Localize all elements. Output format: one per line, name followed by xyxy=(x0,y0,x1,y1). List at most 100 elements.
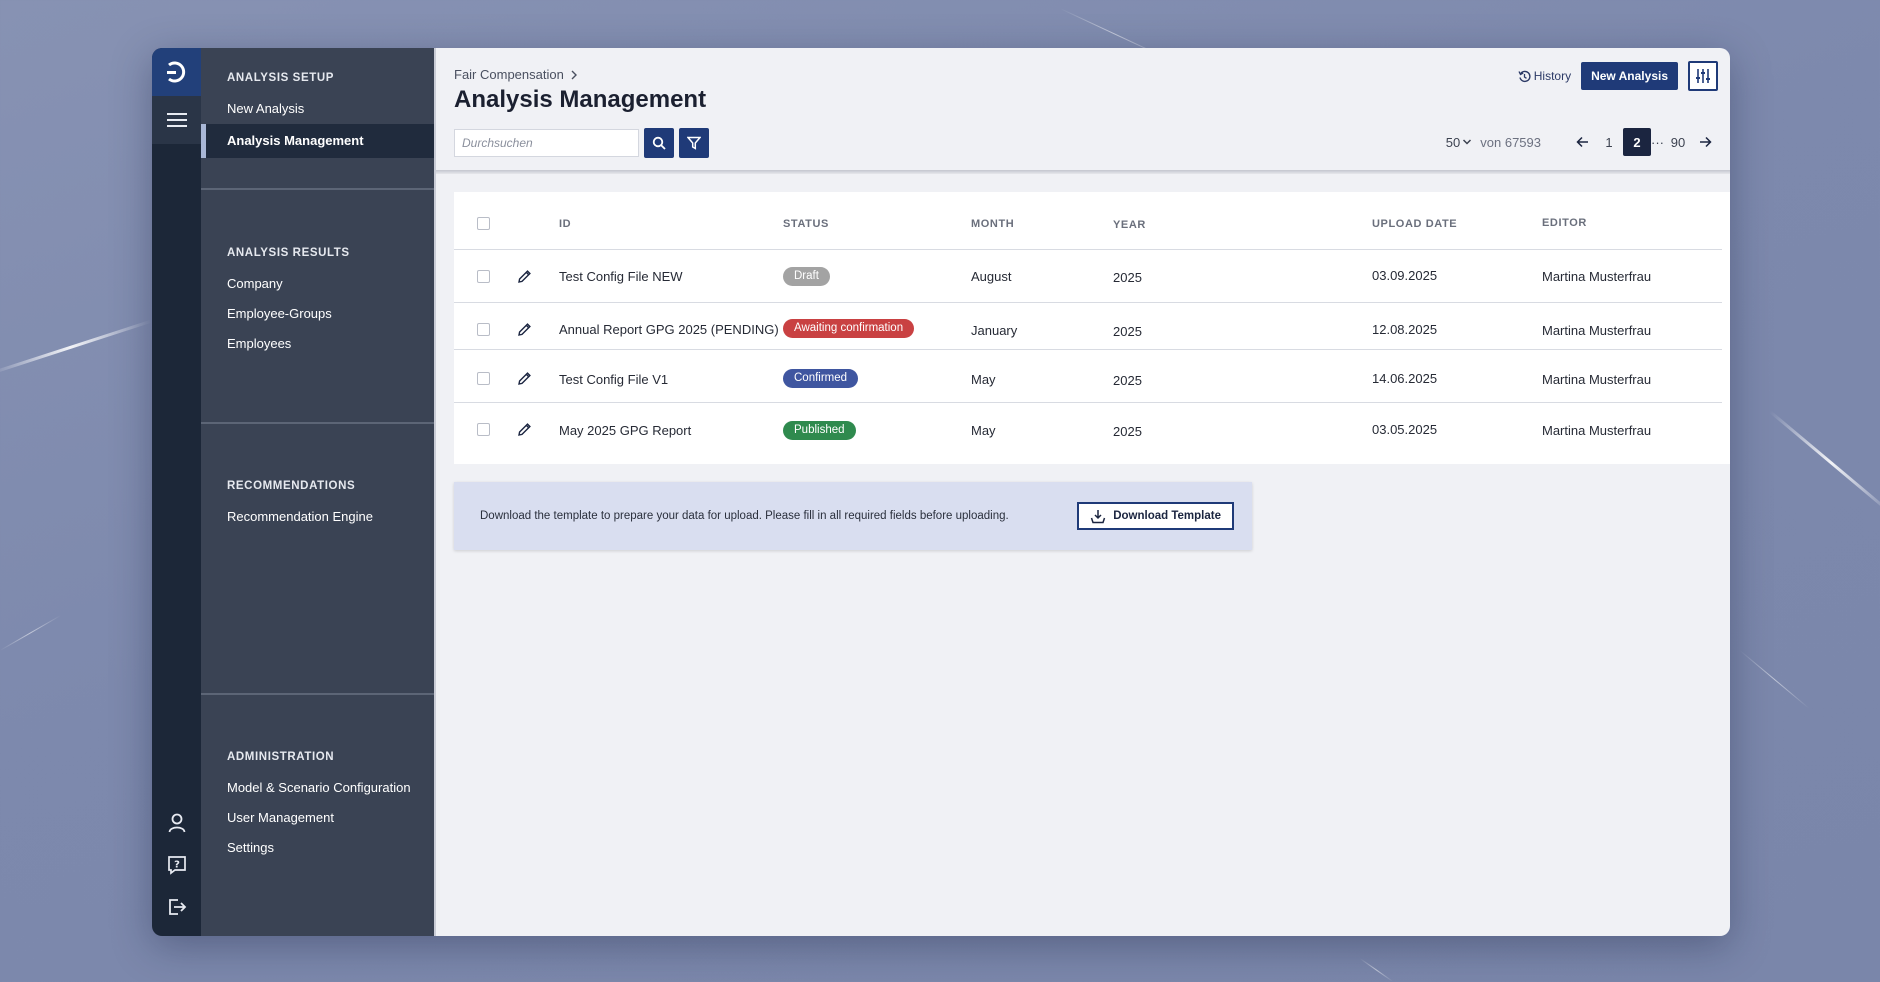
breadcrumb-link[interactable]: Fair Compensation xyxy=(454,67,564,82)
per-page-select[interactable]: 50 xyxy=(1446,135,1472,150)
download-template-button[interactable]: Download Template xyxy=(1077,502,1234,530)
cell-upload-date: 03.09.2025 xyxy=(1372,268,1438,283)
sidebar-divider xyxy=(201,693,434,695)
download-template-text: Download the template to prepare your da… xyxy=(480,510,1009,522)
cell-id: Test Config File V1 xyxy=(559,372,669,387)
cell-editor: Martina Musterfrau xyxy=(1542,423,1652,438)
cell-month: May xyxy=(971,372,996,387)
brand-logo-icon[interactable] xyxy=(152,48,201,96)
pagination: 50 von 67593 1 2 ··· 90 xyxy=(1446,128,1718,156)
column-header-editor[interactable]: EDITOR xyxy=(1542,217,1587,229)
search-icon xyxy=(652,136,666,150)
logout-icon[interactable] xyxy=(166,896,188,918)
background-streak xyxy=(0,319,153,375)
sidebar-item-analysis-management[interactable]: Analysis Management xyxy=(201,124,434,158)
sidebar-item-company[interactable]: Company xyxy=(201,269,434,299)
cell-month: January xyxy=(971,323,1018,338)
filter-button[interactable] xyxy=(679,128,709,158)
sidebar-item-settings[interactable]: Settings xyxy=(201,833,434,863)
page-ellipsis: ··· xyxy=(1651,134,1664,150)
cell-id: Test Config File NEW xyxy=(559,269,683,284)
edit-pencil-icon[interactable] xyxy=(517,322,532,337)
page-button[interactable]: 1 xyxy=(1595,128,1623,156)
new-analysis-button[interactable]: New Analysis xyxy=(1581,62,1678,90)
sidebar-section-analysis-results: ANALYSIS RESULTS Company Employee-Groups… xyxy=(201,247,434,359)
filter-icon xyxy=(687,136,701,150)
page-title: Analysis Management xyxy=(454,86,707,113)
table-row[interactable]: Test Config File V1 Confirmed May 2025 1… xyxy=(454,350,1722,403)
cell-editor: Martina Musterfrau xyxy=(1542,269,1652,284)
hamburger-menu-icon[interactable] xyxy=(152,96,201,144)
sidebar-item-employee-groups[interactable]: Employee-Groups xyxy=(201,299,434,329)
sidebar-divider xyxy=(201,188,434,190)
sidebar-section-recommendations: RECOMMENDATIONS Recommendation Engine xyxy=(201,480,434,532)
help-icon[interactable]: ? xyxy=(166,854,188,876)
table-row[interactable]: Annual Report GPG 2025 (PENDING) Awaitin… xyxy=(454,303,1722,350)
select-all-checkbox[interactable] xyxy=(477,217,490,230)
cell-id: Annual Report GPG 2025 (PENDING) xyxy=(559,322,779,337)
sidebar: ANALYSIS SETUP New Analysis Analysis Man… xyxy=(201,48,434,936)
search-button[interactable] xyxy=(644,128,674,158)
sidebar-item-model-scenario-configuration[interactable]: Model & Scenario Configuration xyxy=(201,773,434,803)
per-page-value: 50 xyxy=(1445,134,1461,150)
row-checkbox[interactable] xyxy=(477,423,490,436)
chevron-right-icon xyxy=(571,70,577,79)
sidebar-item-new-analysis[interactable]: New Analysis xyxy=(201,94,434,124)
search-input[interactable]: Durchsuchen xyxy=(454,129,639,157)
sidebar-item-recommendation-engine[interactable]: Recommendation Engine xyxy=(201,502,434,532)
search-bar: Durchsuchen xyxy=(454,128,709,158)
column-header-year[interactable]: YEAR xyxy=(1113,219,1146,231)
sidebar-section-administration: ADMINISTRATION Model & Scenario Configur… xyxy=(201,751,434,863)
history-icon xyxy=(1518,70,1531,82)
status-badge-awaiting-confirmation: Awaiting confirmation xyxy=(783,319,915,338)
background-streak xyxy=(1769,410,1880,516)
sidebar-heading: RECOMMENDATIONS xyxy=(227,480,356,492)
cell-month: August xyxy=(971,269,1012,284)
cell-editor: Martina Musterfrau xyxy=(1542,372,1652,387)
settings-sliders-button[interactable] xyxy=(1688,61,1718,91)
previous-page-button[interactable] xyxy=(1569,128,1595,156)
table-row[interactable]: May 2025 GPG Report Published May 2025 0… xyxy=(454,403,1722,455)
row-checkbox[interactable] xyxy=(477,323,490,336)
edit-pencil-icon[interactable] xyxy=(517,422,532,437)
sidebar-heading: ANALYSIS SETUP xyxy=(227,72,335,84)
cell-year: 2025 xyxy=(1113,424,1142,439)
download-template-label: Download Template xyxy=(1113,510,1221,522)
cell-editor: Martina Musterfrau xyxy=(1542,323,1652,338)
status-badge-draft: Draft xyxy=(783,267,830,286)
status-badge-published: Published xyxy=(783,421,856,440)
main-content: Fair Compensation Analysis Management Hi… xyxy=(434,48,1730,936)
app-window: ? ANALYSIS SETUP New Analysis Analysis M… xyxy=(152,48,1730,936)
history-label: History xyxy=(1533,69,1572,83)
download-template-card: Download the template to prepare your da… xyxy=(454,482,1252,550)
download-icon xyxy=(1091,509,1106,523)
edit-pencil-icon[interactable] xyxy=(517,269,532,284)
table-row[interactable]: Test Config File NEW Draft August 2025 0… xyxy=(454,250,1722,303)
user-icon[interactable] xyxy=(166,812,188,834)
next-page-button[interactable] xyxy=(1692,128,1718,156)
background-streak xyxy=(0,615,61,651)
column-header-upload-date[interactable]: UPLOAD DATE xyxy=(1372,218,1457,230)
page-button[interactable]: 90 xyxy=(1664,128,1692,156)
edit-pencil-icon[interactable] xyxy=(517,371,532,386)
analysis-table: ID STATUS MONTH YEAR UPLOAD DATE EDITOR … xyxy=(454,192,1730,464)
cell-year: 2025 xyxy=(1113,324,1142,339)
row-checkbox[interactable] xyxy=(477,372,490,385)
cell-upload-date: 12.08.2025 xyxy=(1372,322,1438,337)
sidebar-item-user-management[interactable]: User Management xyxy=(201,803,434,833)
cell-upload-date: 14.06.2025 xyxy=(1372,371,1438,386)
column-header-month[interactable]: MONTH xyxy=(971,218,1014,230)
history-button[interactable]: History xyxy=(1518,69,1571,83)
column-header-status[interactable]: STATUS xyxy=(783,218,829,230)
cell-month: May xyxy=(971,423,996,438)
sidebar-heading: ADMINISTRATION xyxy=(227,751,335,763)
sliders-icon xyxy=(1696,69,1710,83)
column-header-id[interactable]: ID xyxy=(559,218,571,230)
sidebar-heading: ANALYSIS RESULTS xyxy=(227,247,350,259)
sidebar-item-employees[interactable]: Employees xyxy=(201,329,434,359)
cell-upload-date: 03.05.2025 xyxy=(1372,422,1438,437)
arrow-left-icon xyxy=(1575,136,1588,148)
page-button-current[interactable]: 2 xyxy=(1623,128,1651,156)
cell-year: 2025 xyxy=(1113,270,1142,285)
row-checkbox[interactable] xyxy=(477,270,490,283)
